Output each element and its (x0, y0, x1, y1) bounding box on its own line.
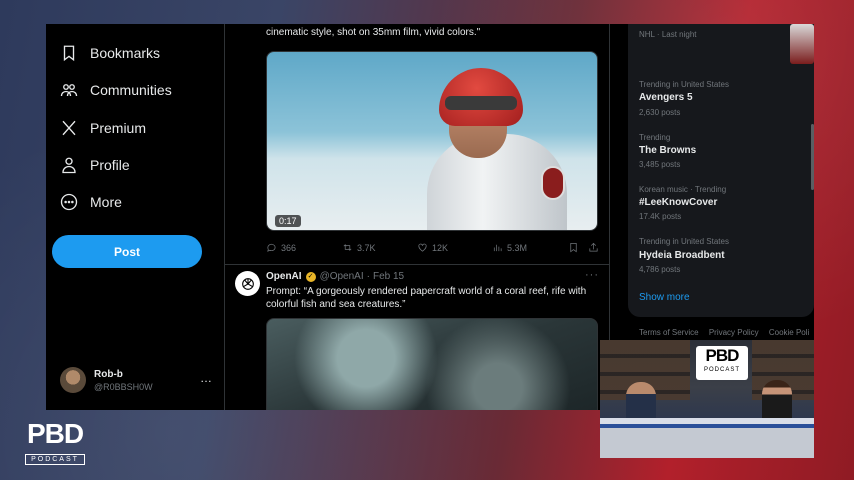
video-frame-visor (445, 96, 517, 110)
like-button[interactable]: 12K (417, 242, 448, 253)
verified-badge-icon: ✓ (305, 271, 316, 282)
nav-label: Profile (90, 157, 130, 173)
reply-count: 366 (281, 242, 297, 253)
openai-logo-icon (241, 277, 254, 290)
bar-chart-icon (493, 244, 502, 252)
tweet-header: OpenAI ✓ @OpenAI · Feb 15 (266, 271, 404, 282)
post-button[interactable]: Post (52, 235, 202, 268)
repost-icon (343, 244, 352, 251)
more-icon[interactable]: ··· (585, 269, 599, 281)
video-duration: 0:17 (275, 215, 301, 227)
repost-count: 3.7K (357, 242, 376, 253)
tweet-author-handle[interactable]: @OpenAI (320, 271, 364, 282)
openai-avatar[interactable] (235, 271, 260, 296)
pbd-podcast-logo: PBD PODCAST (20, 418, 90, 465)
tweet-text: Prompt: “A gorgeously rendered papercraf… (266, 286, 587, 310)
trend-title: Hydeia Broadbent (639, 250, 725, 261)
x-logo-icon (60, 119, 78, 137)
account-switcher[interactable]: Rob-b @R0BBSH0W … (60, 367, 220, 397)
tweet-date[interactable]: Feb 15 (373, 271, 404, 282)
more-icon[interactable]: … (200, 371, 213, 385)
footer-link-privacy[interactable]: Privacy Policy (709, 328, 759, 337)
more-circle-icon (60, 193, 78, 211)
trend-meta: NHL · Last night (639, 30, 697, 39)
trend-count: 17.4K posts (639, 212, 682, 221)
nav-label: Bookmarks (90, 45, 161, 61)
video-player[interactable]: 0:17 (266, 51, 598, 231)
bookmark-icon (570, 243, 577, 253)
account-handle: @R0BBSH0W (94, 382, 153, 392)
trend-title: #LeeKnowCover (639, 197, 718, 208)
webcam-overlay: PBD PODCAST (600, 340, 814, 458)
reply-icon (267, 243, 276, 252)
like-count: 12K (432, 242, 449, 253)
trend-meta: Trending in United States (639, 80, 729, 89)
bookmark-button[interactable] (568, 242, 583, 253)
footer-link-terms[interactable]: Terms of Service (639, 328, 699, 337)
trend-meta: Korean music · Trending (639, 185, 727, 194)
repost-button[interactable]: 3.7K (342, 242, 376, 253)
nav-label: More (90, 194, 122, 210)
avatar (60, 367, 86, 393)
share-button[interactable] (588, 242, 603, 253)
host-figure (626, 382, 656, 422)
logo-subtext: PODCAST (25, 454, 85, 465)
video-player[interactable] (266, 318, 598, 410)
tweet-text: cinematic style, shot on 35mm film, vivi… (266, 27, 481, 38)
trend-thumbnail (790, 24, 814, 64)
bookmark-icon (60, 44, 78, 62)
studio-logo: PBD PODCAST (696, 346, 748, 380)
trend-count: 4,786 posts (639, 265, 681, 274)
views-button[interactable]: 5.3M (492, 242, 527, 253)
trend-count: 3,485 posts (639, 160, 681, 169)
tweet-actions: 366 3.7K 12K 5.3M (266, 242, 599, 256)
video-frame-patch (541, 166, 565, 200)
nav-item-more[interactable]: More (60, 187, 122, 217)
separator-dot: · (366, 271, 370, 282)
divider (225, 264, 609, 265)
studio-logo-text: PBD (705, 346, 740, 365)
tweet-author-name[interactable]: OpenAI (266, 271, 302, 282)
nav-item-bookmarks[interactable]: Bookmarks (60, 38, 160, 68)
scrollbar[interactable] (811, 124, 814, 190)
cohost-figure (762, 380, 792, 422)
nav-item-profile[interactable]: Profile (60, 150, 130, 180)
timeline: cinematic style, shot on 35mm film, vivi… (225, 24, 609, 410)
share-icon (589, 242, 598, 252)
trend-meta: Trending in United States (639, 237, 729, 246)
show-more-link[interactable]: Show more (639, 292, 690, 303)
trend-title: The Browns (639, 145, 697, 156)
reply-button[interactable]: 366 (266, 242, 296, 253)
footer-links: Terms of Service Privacy Policy Cookie P… (639, 328, 814, 337)
footer-link-cookie[interactable]: Cookie Poli (769, 328, 809, 337)
account-name: Rob-b (94, 369, 123, 380)
trend-meta: Trending (639, 133, 671, 142)
studio-logo-subtext: PODCAST (703, 367, 740, 373)
nav-label: Premium (90, 120, 147, 136)
heart-icon (418, 243, 427, 252)
logo-text: PBD (26, 418, 84, 449)
nav-item-premium[interactable]: Premium (60, 113, 146, 143)
trend-count: 2,630 posts (639, 108, 681, 117)
view-count: 5.3M (507, 242, 528, 253)
trend-title: Avengers 5 (639, 92, 693, 103)
person-icon (60, 156, 78, 174)
studio-desk (600, 418, 814, 458)
left-nav: Bookmarks Communities Premium Profile Mo… (46, 24, 224, 410)
nav-label: Communities (90, 82, 172, 98)
nav-item-communities[interactable]: Communities (60, 75, 172, 105)
communities-icon (60, 81, 78, 99)
